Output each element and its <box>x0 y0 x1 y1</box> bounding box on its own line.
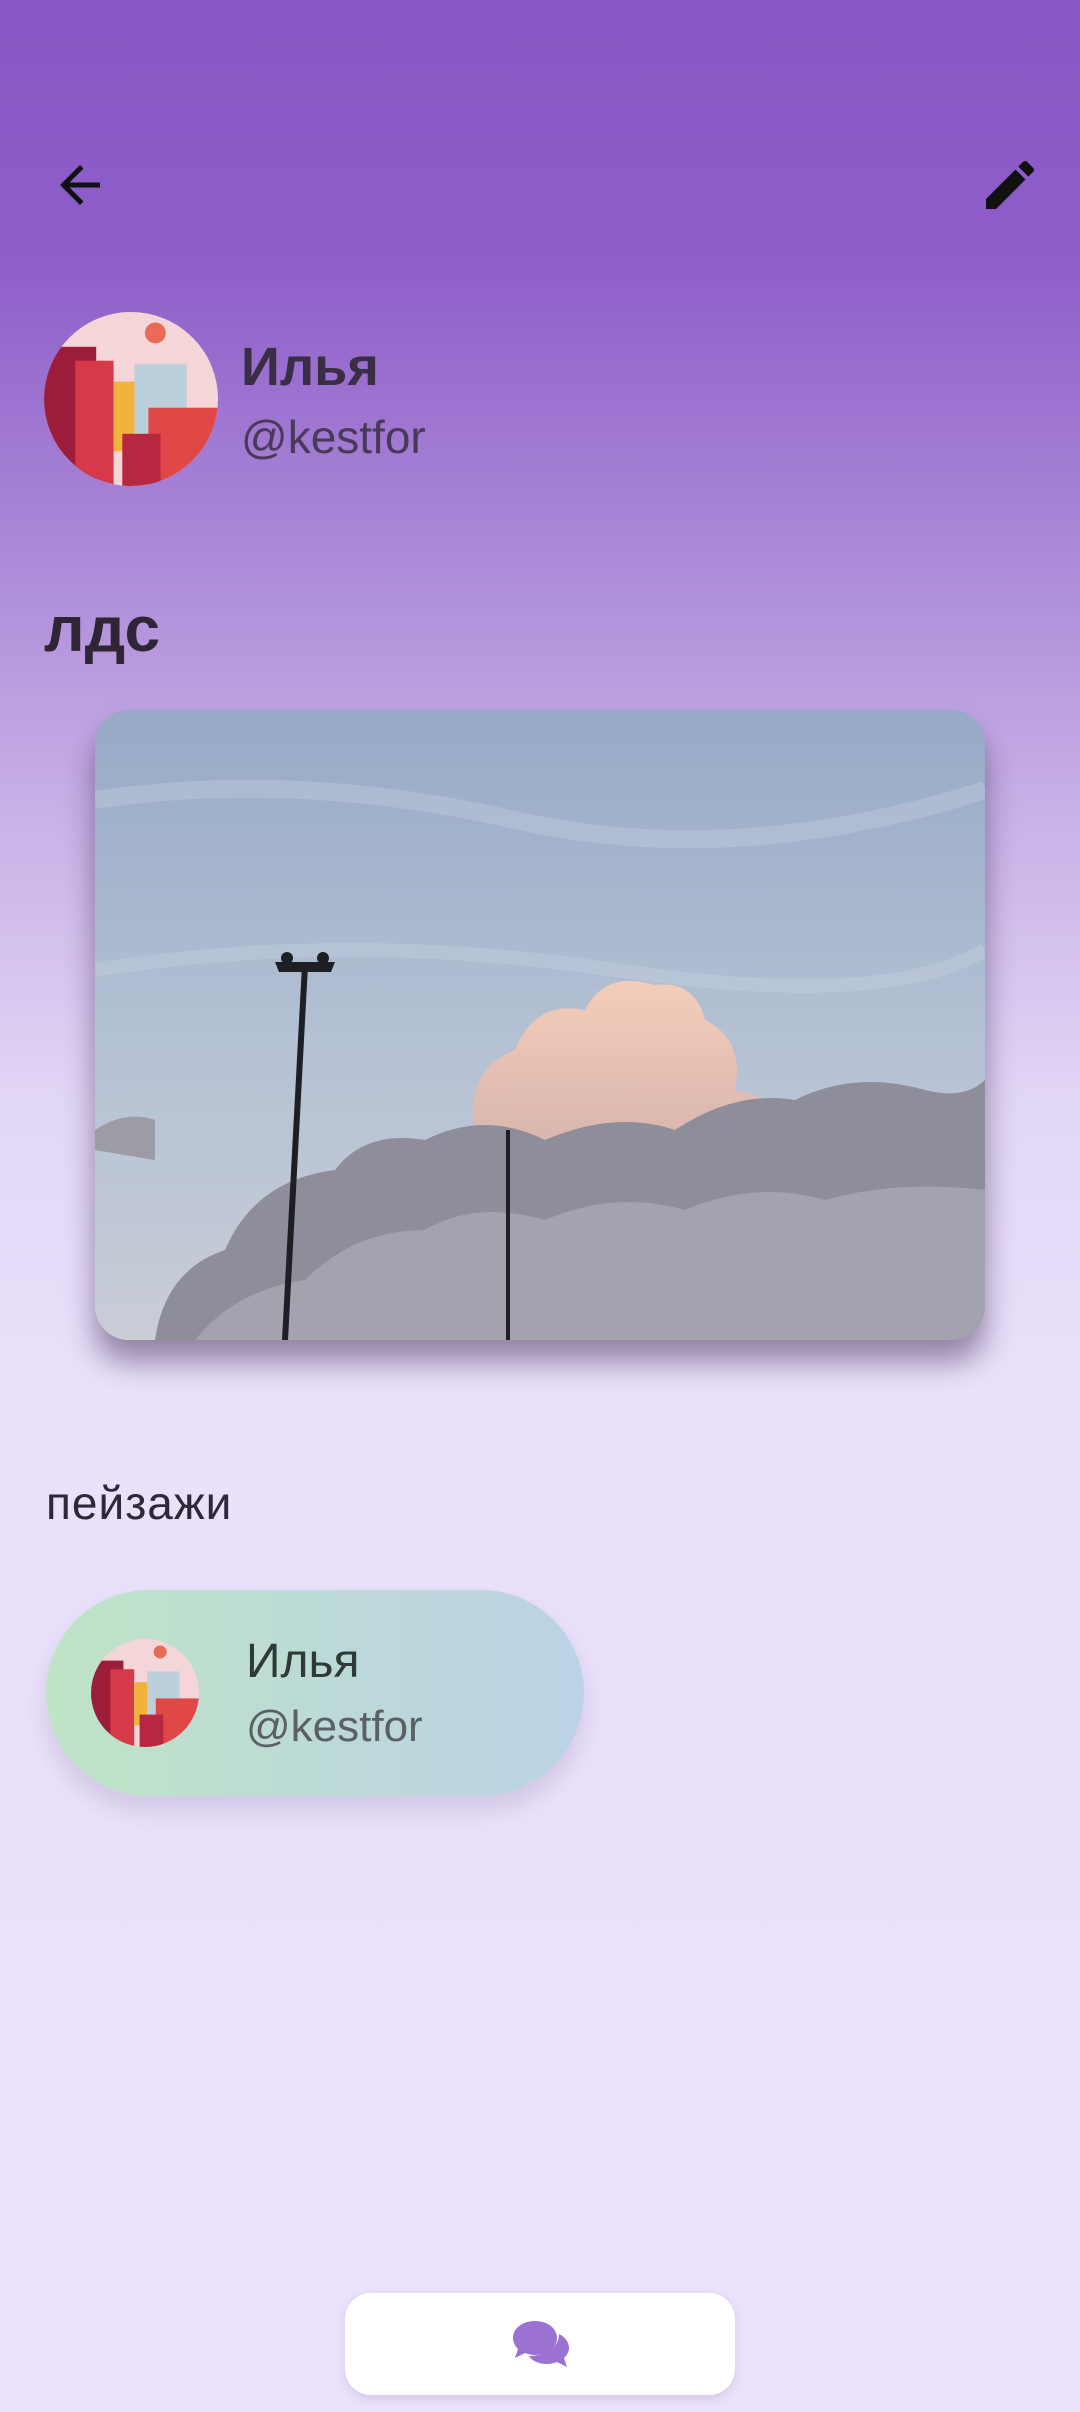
author-handle: @kestfor <box>246 1702 423 1751</box>
avatar-artwork-image <box>44 312 218 486</box>
chat-button[interactable] <box>345 2293 735 2395</box>
profile-name: Илья <box>241 337 379 397</box>
avatar-artwork-image <box>91 1639 199 1747</box>
author-chip[interactable]: Илья @kestfor <box>46 1590 584 1796</box>
author-name: Илья <box>246 1635 360 1688</box>
pencil-icon <box>986 160 1035 209</box>
author-avatar <box>91 1639 199 1747</box>
sky-clouds-image <box>95 710 985 1340</box>
chat-bubbles-icon <box>513 2321 569 2367</box>
post-photo[interactable] <box>95 710 985 1340</box>
edit-button[interactable] <box>950 125 1070 245</box>
profile-avatar[interactable] <box>44 312 218 486</box>
back-button[interactable] <box>20 125 140 245</box>
post-caption: пейзажи <box>46 1477 233 1529</box>
arrow-left-icon <box>60 165 100 205</box>
profile-handle: @kestfor <box>241 411 426 463</box>
post-title: лдс <box>44 593 161 665</box>
